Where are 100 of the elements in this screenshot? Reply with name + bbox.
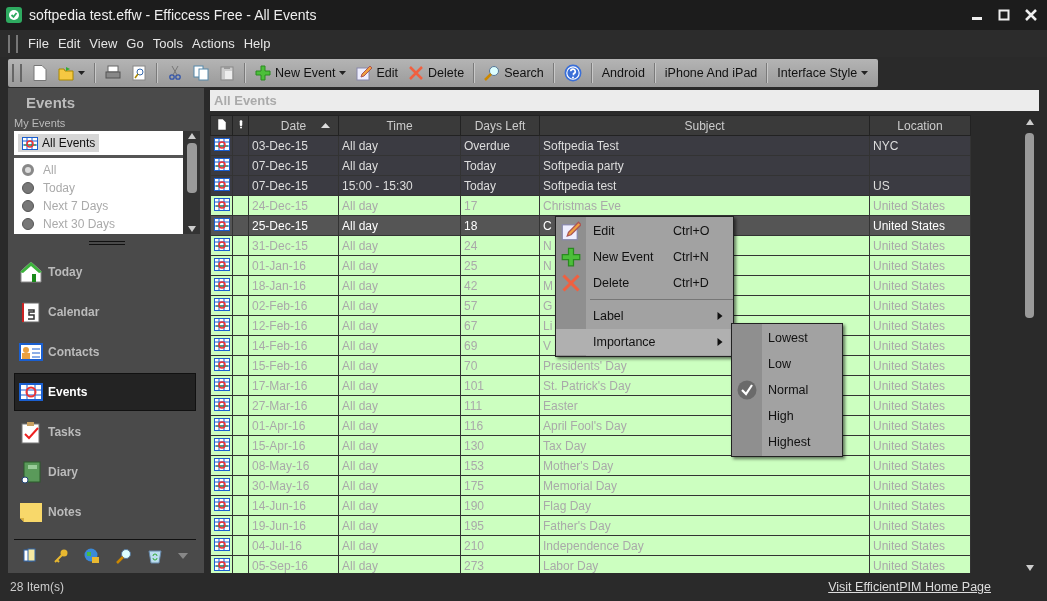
menu-item[interactable]: Low [732,351,842,377]
menu-item[interactable]: File [28,34,56,53]
table-cell: G [543,298,553,313]
column-header[interactable]: Subject [539,115,870,136]
note-icon [19,500,43,524]
column-header[interactable]: Location [869,115,971,136]
menu-item[interactable]: Importance [556,329,733,355]
radio-button[interactable] [22,200,34,212]
menu-item[interactable]: New Event Ctrl+N [556,244,733,270]
radio-button[interactable] [22,218,34,230]
scroll-down-icon[interactable] [1025,565,1034,571]
toolbar-button[interactable]: iPhone And iPad [660,62,762,83]
table-cell: 07-Dec-15 [252,158,309,173]
pencil-icon [561,221,581,241]
scroll-down-icon[interactable] [187,226,196,232]
table-cell: All day [342,158,379,173]
event-grid-icon [214,437,230,451]
home-page-link[interactable]: Visit EfficientPIM Home Page [828,580,991,594]
table-cell: United States [873,258,946,273]
close-icon[interactable] [1025,9,1037,21]
table-cell: 02-Feb-16 [252,298,308,313]
help-icon [563,63,582,82]
event-grid-icon [214,517,230,531]
table-cell: All day [342,338,379,353]
toolbar-button[interactable]: New Event [251,61,351,84]
table-cell: 67 [464,318,478,333]
plus-icon [561,247,581,267]
scroll-thumb[interactable] [186,143,197,193]
radio-button[interactable] [22,164,34,176]
menu-item[interactable]: View [89,34,125,53]
toolbar-button[interactable]: Delete [404,61,469,84]
table-cell: Softpedia Test [543,138,619,153]
splitter-handle[interactable] [89,241,125,245]
nav-item[interactable]: Contacts [14,333,196,371]
table-cell: All day [342,378,379,393]
table-cell: All day [342,438,379,453]
pencil-icon [356,64,373,81]
toolbar-button[interactable]: Edit [352,61,402,84]
scroll-up-icon[interactable] [187,133,196,139]
table-cell: 15:00 - 15:30 [342,178,413,193]
table-cell: Father's Day [543,518,611,533]
table-cell: United States [873,478,946,493]
table-cell: 18-Jan-16 [252,278,307,293]
table-cell: Today [464,178,497,193]
scroll-thumb[interactable] [1025,132,1034,318]
table-cell: 18 [464,218,478,233]
table-cell: 111 [464,398,483,413]
table-cell: 101 [464,378,485,393]
table-cell: 210 [464,538,485,553]
menu-item[interactable]: Go [126,34,151,53]
table-cell: All day [342,198,379,213]
grip-handle[interactable] [8,34,18,53]
menu-item[interactable]: Actions [192,34,242,53]
column-header[interactable]: Date [248,115,339,136]
table-cell: 57 [464,298,478,313]
menu-item[interactable]: High [732,403,842,429]
toolbar-button[interactable]: Interface Style [773,62,873,83]
menu-item[interactable]: Help [243,34,278,53]
table-cell: 70 [464,358,478,373]
nav-item[interactable]: Tasks [14,413,196,451]
dropdown-caret-icon[interactable] [178,553,189,559]
column-header[interactable] [210,115,233,136]
table-cell: United States [873,298,946,313]
menu-item[interactable]: Tools [152,34,190,53]
scrollbar[interactable] [183,131,200,234]
globe-lock-icon [84,548,101,564]
nav-item[interactable]: Calendar [14,293,196,331]
nav-item[interactable]: Events [14,373,196,411]
menu-item[interactable]: Highest [732,429,842,455]
table-cell: All day [342,238,379,253]
maximize-icon[interactable] [998,9,1010,21]
toolbar-button[interactable]: Android [597,62,649,83]
table-cell: All day [342,318,379,333]
table-cell: April Fool's Day [543,418,627,433]
event-grid-icon [214,177,230,191]
grip-handle[interactable] [12,63,22,82]
menu-item[interactable]: Lowest [732,325,842,351]
menu-item[interactable]: Normal [732,377,842,403]
scroll-up-icon[interactable] [1025,119,1034,125]
column-header[interactable]: Days Left [460,115,540,136]
menu-item[interactable]: Edit [57,34,88,53]
nav-item[interactable]: Notes [14,493,196,531]
menu-item[interactable]: Delete Ctrl+D [556,270,733,296]
table-cell: 14-Feb-16 [252,338,308,353]
radio-button[interactable] [22,182,34,194]
table-cell: 12-Feb-16 [252,318,308,333]
cross-icon [561,273,581,293]
event-grid-icon [214,317,230,331]
table-cell: All day [342,298,379,313]
list-item[interactable]: All Events [18,134,100,152]
event-grid-icon [22,136,38,150]
contact-card-icon [19,340,43,364]
view-title: All Events [210,90,1039,111]
column-header[interactable]: Time [338,115,461,136]
toolbar-button[interactable]: Search [480,61,548,84]
nav-item[interactable]: Diary [14,453,196,491]
table-cell: United States [873,518,946,533]
menu-item[interactable]: Edit Ctrl+O [556,218,733,244]
table-cell: All day [342,498,379,513]
nav-item[interactable]: Today [14,253,196,291]
